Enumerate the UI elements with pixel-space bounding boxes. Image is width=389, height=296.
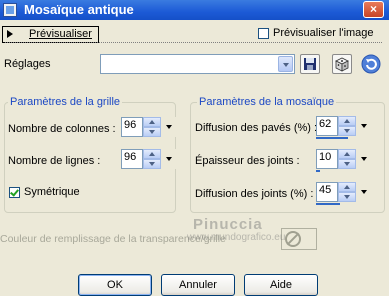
rows-spinner[interactable] [143,149,161,169]
joint-thickness-input[interactable]: 10 [316,149,338,169]
help-button[interactable]: Aide [244,274,318,296]
save-preset-button[interactable] [300,54,320,74]
joint-diffusion-label: Diffusion des joints (%) : [195,188,314,200]
preview-button[interactable]: Prévisualiser [2,26,99,43]
tile-diffusion-label: Diffusion des pavés (%) : [195,122,318,134]
spin-up-icon[interactable] [143,149,161,159]
joint-thickness-dropdown[interactable] [358,149,371,169]
app-icon [3,3,17,17]
presets-combo[interactable] [100,54,295,74]
spin-up-icon[interactable] [338,149,356,159]
rows-label: Nombre de lignes : [8,155,101,167]
window-title: Mosaïque antique [24,2,134,17]
preview-image-label: Prévisualiser l'image [273,27,374,39]
joint-thickness-spinner[interactable] [338,149,356,169]
rows-dropdown[interactable] [163,149,176,169]
reset-icon [361,54,381,74]
preview-image-checkbox[interactable] [258,28,269,39]
columns-dropdown[interactable] [163,117,176,137]
joint-diffusion-spinner[interactable] [338,182,356,202]
dice-icon [335,57,349,72]
tile-diffusion-bar [316,137,348,139]
play-icon [7,30,13,38]
preview-button-label: Prévisualiser [29,28,92,40]
tile-diffusion-input[interactable]: 62 [316,116,338,136]
presets-label: Réglages [4,58,51,70]
tile-diffusion-dropdown[interactable] [358,116,371,136]
no-fill-icon [285,231,301,247]
tile-diffusion-spinner[interactable] [338,116,356,136]
separator [5,42,382,43]
joint-thickness-label: Épaisseur des joints : [195,155,300,167]
save-icon [304,58,316,70]
watermark-text: Pinuccia [193,216,263,233]
spin-up-icon[interactable] [338,182,356,192]
joint-diffusion-dropdown[interactable] [358,182,371,202]
ok-button[interactable]: OK [78,274,152,296]
joint-thickness-bar [316,170,320,172]
spin-up-icon[interactable] [143,117,161,127]
symmetric-checkbox[interactable] [9,187,20,198]
columns-spinner[interactable] [143,117,161,137]
reset-button[interactable] [361,54,381,74]
spin-down-icon[interactable] [143,159,161,169]
mosaic-settings-title: Paramètres de la mosaïque [197,96,337,108]
symmetric-label: Symétrique [24,186,80,198]
watermark-url: www.mundografico.eu [187,232,286,243]
spin-down-icon[interactable] [338,192,356,202]
spin-up-icon[interactable] [338,116,356,126]
title-bar: Mosaïque antique × [0,0,389,20]
columns-label: Nombre de colonnes : [8,123,116,135]
rows-input[interactable]: 96 [121,149,143,169]
cancel-button[interactable]: Annuler [161,274,235,296]
spin-down-icon[interactable] [338,159,356,169]
close-button[interactable]: × [363,1,384,18]
spin-down-icon[interactable] [338,126,356,136]
joint-diffusion-input[interactable]: 45 [316,182,338,202]
columns-input[interactable]: 96 [121,117,143,137]
random-button[interactable] [332,54,352,74]
grid-settings-title: Paramètres de la grille [8,96,123,108]
chevron-down-icon[interactable] [278,56,293,72]
spin-down-icon[interactable] [143,127,161,137]
joint-diffusion-bar [316,203,340,205]
